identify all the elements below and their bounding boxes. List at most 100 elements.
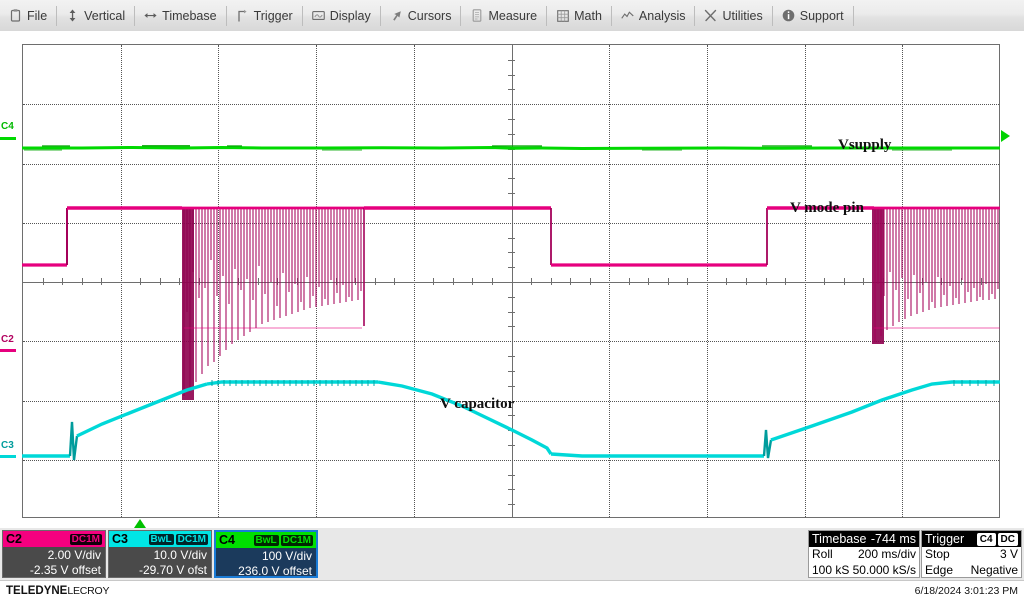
menu-item-timebase[interactable]: Timebase [135, 0, 225, 31]
channel-tag-dc1m[interactable]: DC1M [70, 534, 102, 545]
brand-teledyne: TELEDYNE [6, 585, 67, 597]
menu-item-file-label: File [27, 9, 47, 23]
trigger-state: Stop [925, 547, 950, 563]
channel-tag-dc1m[interactable]: DC1M [176, 534, 208, 545]
channel-tag-bwl[interactable]: BwL [254, 535, 279, 546]
trigger-descriptor[interactable]: Trigger C4 DC Stop 3 V Edge Negative [921, 530, 1022, 578]
monitor-icon [312, 9, 325, 22]
timebase-title: Timebase [812, 532, 866, 546]
channel-marker-c3[interactable]: C3 [1, 441, 14, 451]
menu-item-measure[interactable]: Measure [461, 0, 546, 31]
trace-label-vsupply: Vsupply [838, 137, 891, 154]
menu-item-display-label: Display [330, 9, 371, 23]
trigger-title: Trigger [925, 532, 964, 546]
math-grid-icon [556, 9, 569, 22]
channel-tag-bwl[interactable]: BwL [149, 534, 174, 545]
trigger-type: Edge [925, 563, 953, 579]
trigger-level-marker-icon[interactable] [1001, 130, 1010, 142]
trace-c3-capacitor [22, 380, 1000, 460]
channel-offset-c4: 236.0 V offset [219, 564, 312, 579]
channel-header-c2: C2 DC1M [3, 531, 105, 547]
menu-item-support-label: Support [800, 9, 844, 23]
descriptor-bar: C2 DC1M 2.00 V/div -2.35 V offset C3 BwL… [0, 528, 1024, 580]
menu-divider [853, 6, 854, 26]
waveform-icon [621, 9, 634, 22]
trigger-state-row: Stop 3 V [922, 547, 1021, 563]
trigger-header: Trigger C4 DC [922, 531, 1021, 547]
channel-tag-dc1m[interactable]: DC1M [281, 535, 313, 546]
brand-lecroy: LECROY [67, 585, 109, 597]
trigger-source[interactable]: C4 [977, 533, 996, 546]
timestamp: 6/18/2024 3:01:23 PM [915, 585, 1018, 597]
menu-bar: File Vertical Timebase Trigger [0, 0, 1024, 32]
trace-c2-modepin [22, 208, 1000, 400]
menu-item-vertical[interactable]: Vertical [57, 0, 134, 31]
trace-label-vcapacitor: V capacitor [440, 396, 514, 413]
channel-descriptor-c2[interactable]: C2 DC1M 2.00 V/div -2.35 V offset [2, 530, 106, 578]
timebase-memory: 100 kS [812, 563, 849, 579]
menu-item-vertical-label: Vertical [84, 9, 125, 23]
timebase-sample-row: 100 kS 50.000 kS/s [809, 563, 919, 579]
cursor-arrow-icon [390, 9, 403, 22]
menu-item-cursors[interactable]: Cursors [381, 0, 461, 31]
channel-body-c4: 100 V/div 236.0 V offset [216, 548, 316, 579]
trigger-position-marker-icon[interactable] [134, 519, 146, 528]
channel-ground-c4[interactable] [0, 137, 16, 140]
channel-descriptor-c4[interactable]: C4 BwL DC1M 100 V/div 236.0 V offset [214, 530, 318, 578]
channel-marker-c2[interactable]: C2 [1, 335, 14, 345]
waveform-canvas[interactable] [22, 44, 1000, 518]
timebase-descriptor[interactable]: Timebase -744 ms Roll 200 ms/div 100 kS … [808, 530, 920, 578]
menu-item-math[interactable]: Math [547, 0, 611, 31]
menu-item-file[interactable]: File [0, 0, 56, 31]
oscilloscope-screen: File Vertical Timebase Trigger [0, 0, 1024, 600]
tools-icon [704, 9, 717, 22]
channel-ground-c3[interactable] [0, 455, 16, 458]
menu-item-trigger-label: Trigger [254, 9, 293, 23]
channel-name-c3: C3 [112, 532, 128, 546]
channel-body-c2: 2.00 V/div -2.35 V offset [3, 547, 105, 578]
clipboard-icon [9, 9, 22, 22]
channel-voltsdiv-c4: 100 V/div [219, 549, 312, 564]
channel-voltsdiv-c3: 10.0 V/div [112, 548, 207, 563]
channel-body-c3: 10.0 V/div -29.70 V ofst [109, 547, 211, 578]
menu-item-trigger[interactable]: Trigger [227, 0, 302, 31]
menu-item-display[interactable]: Display [303, 0, 380, 31]
menu-item-support[interactable]: Support [773, 0, 853, 31]
trigger-slope: Negative [971, 563, 1018, 579]
channel-header-c3: C3 BwL DC1M [109, 531, 211, 547]
menu-item-timebase-label: Timebase [162, 9, 216, 23]
channel-descriptor-c3[interactable]: C3 BwL DC1M 10.0 V/div -29.70 V ofst [108, 530, 212, 578]
trigger-coupling[interactable]: DC [998, 533, 1018, 546]
timebase-header: Timebase -744 ms [809, 531, 919, 547]
trigger-slope-icon [236, 9, 249, 22]
menu-item-utilities[interactable]: Utilities [695, 0, 771, 31]
menu-item-utilities-label: Utilities [722, 9, 762, 23]
timebase-mode-row: Roll 200 ms/div [809, 547, 919, 563]
leftright-arrow-icon [144, 9, 157, 22]
timebase-timediv: 200 ms/div [858, 547, 916, 563]
channel-name-c4: C4 [219, 533, 235, 547]
timebase-delay: -744 ms [871, 532, 916, 546]
menu-item-cursors-label: Cursors [408, 9, 452, 23]
trigger-type-row: Edge Negative [922, 563, 1021, 579]
menu-item-math-label: Math [574, 9, 602, 23]
trace-label-vmodepin: V mode pin [790, 200, 864, 217]
channel-name-c2: C2 [6, 532, 22, 546]
info-circle-icon [782, 9, 795, 22]
trigger-level: 3 V [1000, 547, 1018, 563]
channel-voltsdiv-c2: 2.00 V/div [6, 548, 101, 563]
menu-item-analysis-label: Analysis [639, 9, 686, 23]
menu-item-measure-label: Measure [488, 9, 537, 23]
updown-arrow-icon [66, 9, 79, 22]
scope-display-area[interactable]: Vsupply V mode pin V capacitor C4 C2 C3 [0, 31, 1024, 526]
measure-list-icon [470, 9, 483, 22]
channel-marker-c4[interactable]: C4 [1, 122, 14, 132]
timebase-mode: Roll [812, 547, 833, 563]
channel-header-c4: C4 BwL DC1M [216, 532, 316, 548]
channel-offset-c2: -2.35 V offset [6, 563, 101, 578]
status-footer: TELEDYNELECROY 6/18/2024 3:01:23 PM [0, 580, 1024, 600]
channel-ground-c2[interactable] [0, 349, 16, 352]
menu-item-analysis[interactable]: Analysis [612, 0, 695, 31]
brand-logo: TELEDYNELECROY [6, 585, 109, 597]
timebase-samplerate: 50.000 kS/s [853, 563, 916, 579]
